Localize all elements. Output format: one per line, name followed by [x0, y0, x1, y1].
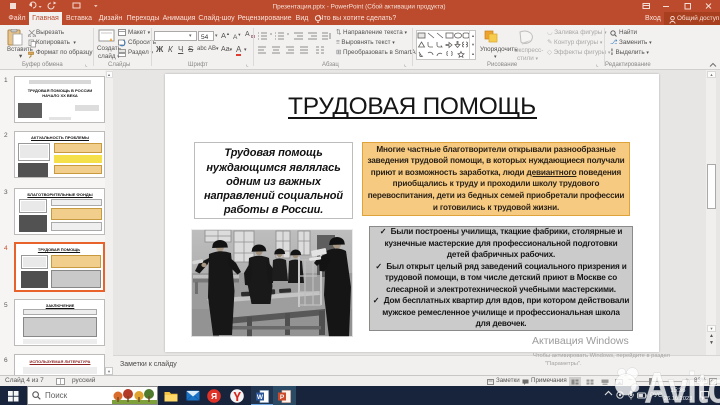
- svg-text:Я: Я: [211, 391, 217, 401]
- svg-text:P: P: [280, 394, 285, 401]
- svg-text:W: W: [257, 394, 264, 401]
- svg-text:Avito: Avito: [644, 363, 720, 405]
- svg-text:Презентация.pptx - PowerPoint: Презентация.pptx - PowerPoint (Сбой акти…: [272, 3, 445, 11]
